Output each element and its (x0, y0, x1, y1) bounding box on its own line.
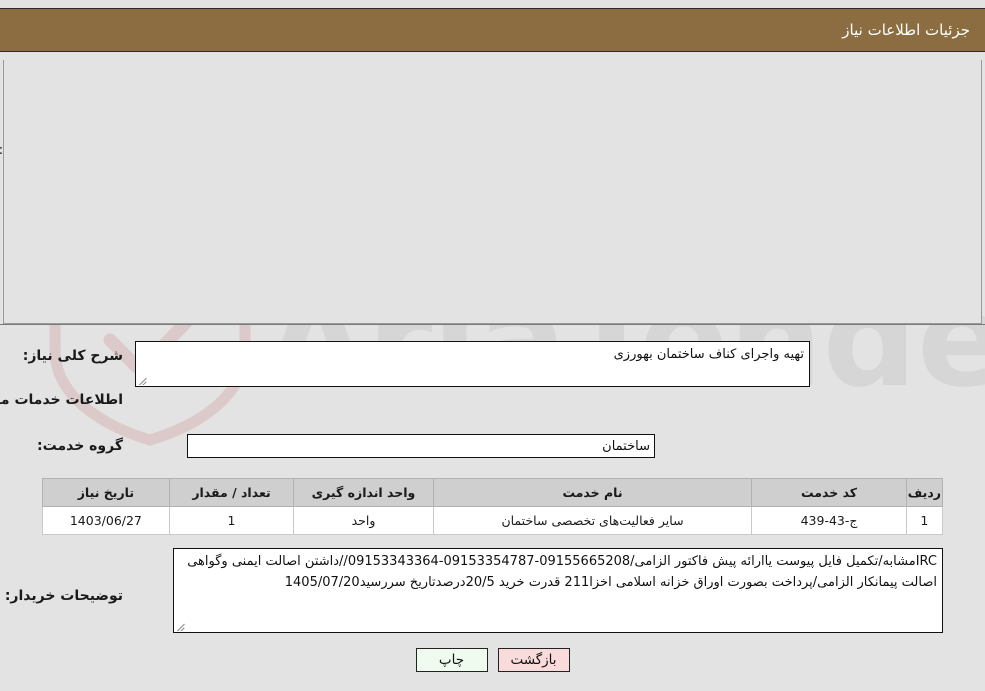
col-date: تاریخ نیاز (42, 478, 170, 507)
cell-qty: 1 (168, 506, 295, 535)
service-group-value: ساختمان (187, 434, 655, 458)
page-root: AriaTender.net جزئیات اطلاعات نیاز شماره… (0, 0, 985, 691)
buyer-notes-value: IRCمشابه/تکمیل فایل پیوست یاارائه پیش فا… (183, 554, 937, 590)
description-label: شرح کلی نیاز: (22, 348, 123, 364)
buyer-notes-box[interactable]: IRCمشابه/تکمیل فایل پیوست یاارائه پیش فا… (173, 548, 943, 633)
services-table: ردیف کد خدمت نام خدمت واحد اندازه گیری ت… (42, 478, 944, 535)
need-info-panel (3, 60, 982, 324)
col-unit: واحد اندازه گیری (293, 478, 434, 507)
description-box[interactable]: تهیه واجرای کناف ساختمان بهورزی (135, 341, 810, 387)
cell-radif: 1 (905, 506, 944, 535)
page-header: جزئیات اطلاعات نیاز (0, 8, 985, 52)
buyer-notes-label: توضیحات خریدار: (4, 588, 123, 604)
resize-grip-icon[interactable] (138, 373, 150, 385)
back-button[interactable]: بازگشت (497, 648, 570, 672)
services-section-title: اطلاعات خدمات مورد نیاز (0, 392, 123, 408)
section-divider (0, 324, 985, 325)
cell-code: ج-43-439 (751, 506, 907, 535)
col-radif: ردیف (905, 478, 944, 507)
description-value: تهیه واجرای کناف ساختمان بهورزی (613, 347, 804, 362)
table-header-row: ردیف کد خدمت نام خدمت واحد اندازه گیری ت… (42, 478, 944, 507)
col-qty: تعداد / مقدار (168, 478, 295, 507)
table-row: 1 ج-43-439 سایر فعالیت‌های تخصصی ساختمان… (42, 506, 944, 535)
resize-grip-icon-notes[interactable] (176, 619, 188, 631)
col-name: نام خدمت (432, 478, 753, 507)
cell-date: 1403/06/27 (42, 506, 170, 535)
col-code: کد خدمت (751, 478, 907, 507)
service-group-label: گروه خدمت: (37, 438, 123, 454)
footer-buttons: بازگشت چاپ (0, 648, 985, 672)
page-title: جزئیات اطلاعات نیاز (842, 21, 970, 39)
cell-name: سایر فعالیت‌های تخصصی ساختمان (432, 506, 753, 535)
print-button[interactable]: چاپ (415, 648, 488, 672)
cell-unit: واحد (293, 506, 434, 535)
